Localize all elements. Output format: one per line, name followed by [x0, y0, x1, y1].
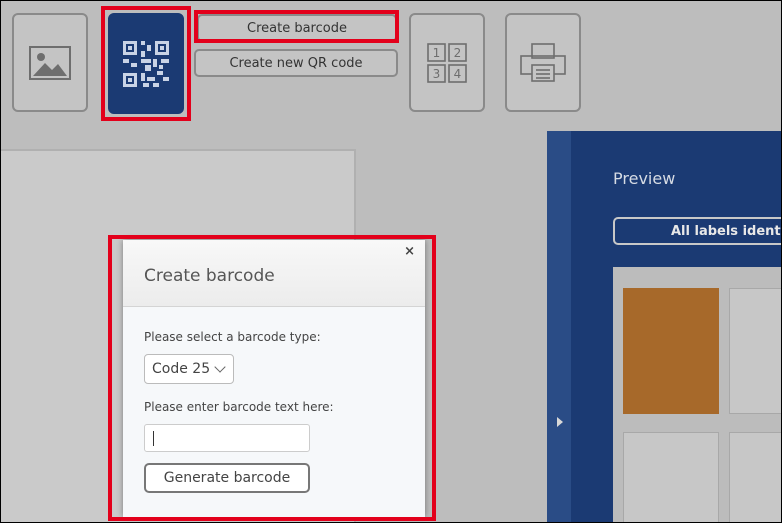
print-layout-button[interactable]	[505, 13, 581, 112]
app-window: Create barcode Create new QR code 1 2 3 …	[0, 0, 782, 523]
create-barcode-dialog: Create barcode × Please select a barcode…	[123, 240, 425, 517]
svg-text:4: 4	[454, 67, 462, 81]
close-icon[interactable]: ×	[404, 244, 415, 259]
preview-title: Preview	[613, 169, 676, 188]
preview-label[interactable]	[623, 432, 719, 522]
print-layout-icon	[520, 42, 566, 82]
dialog-title: Create barcode	[144, 266, 275, 286]
dialog-header: Create barcode ×	[123, 240, 425, 307]
barcode-text-label: Please enter barcode text here:	[144, 400, 334, 414]
generate-barcode-button[interactable]: Generate barcode	[144, 463, 310, 493]
barcode-type-label: Please select a barcode type:	[144, 330, 321, 344]
preview-label-grid	[613, 267, 781, 522]
preview-label-selected[interactable]	[623, 288, 719, 414]
create-qr-code-button[interactable]: Create new QR code	[194, 49, 398, 77]
barcode-type-select[interactable]: Code 25	[144, 354, 234, 384]
barcode-text-input[interactable]	[144, 424, 310, 452]
expand-arrow-icon[interactable]	[557, 417, 563, 427]
insert-image-button[interactable]	[12, 13, 88, 112]
barcode-type-value: Code 25	[152, 361, 211, 377]
preview-collapse-strip[interactable]	[547, 131, 571, 522]
text-caret	[153, 431, 154, 446]
preview-label[interactable]	[729, 432, 781, 522]
label-order-icon: 1 2 3 4	[427, 42, 467, 83]
svg-text:2: 2	[454, 46, 462, 60]
preview-label[interactable]	[729, 288, 781, 414]
create-barcode-button[interactable]: Create barcode	[197, 14, 397, 42]
qr-code-icon	[123, 40, 169, 87]
chevron-down-icon	[214, 361, 226, 373]
qr-code-tool-button[interactable]	[108, 13, 184, 114]
label-order-button[interactable]: 1 2 3 4	[409, 13, 485, 112]
svg-text:3: 3	[433, 67, 441, 81]
svg-text:1: 1	[433, 46, 441, 60]
all-labels-identical-button[interactable]: All labels identical	[613, 217, 781, 245]
image-icon	[29, 45, 71, 80]
